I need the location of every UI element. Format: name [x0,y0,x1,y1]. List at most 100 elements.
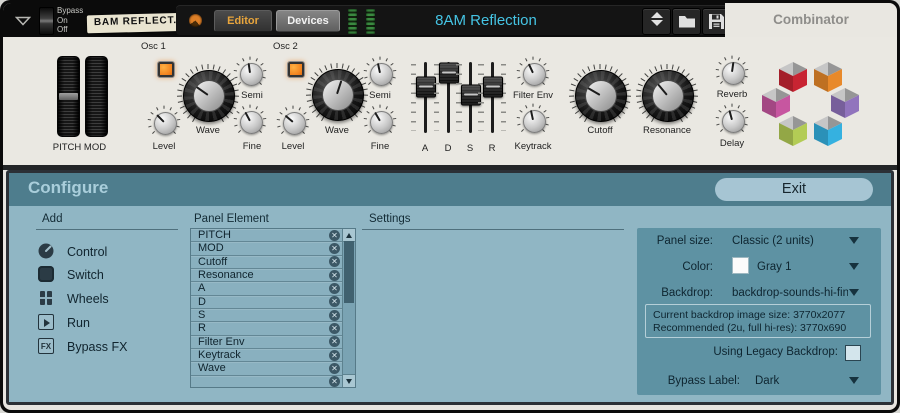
mod-wheel-label: MOD [70,142,120,153]
delete-icon[interactable]: ✕ [329,323,340,334]
configure-title: Configure [28,178,108,198]
rack-frame: Bypass On Off BAM REFLECT... Editor Devi… [0,0,900,413]
reverb-label: Reverb [707,89,757,100]
backdrop-label: Backdrop: [637,287,713,299]
browse-patch-button[interactable] [672,8,701,35]
title-bar: Bypass On Off BAM REFLECT... Editor Devi… [3,3,897,37]
add-column-header: Add [42,213,62,225]
backdrop-dropdown-icon[interactable] [849,289,859,296]
bypass-label: Bypass [57,6,83,16]
resonance-label: Resonance [627,125,707,136]
devices-button[interactable]: Devices [276,10,340,32]
release-slider-thumb[interactable] [483,76,503,97]
osc2-semi-label: Semi [355,90,405,101]
delete-icon[interactable]: ✕ [329,376,340,387]
patch-name-display[interactable]: 8AM Reflection [386,12,586,29]
exit-button[interactable]: Exit [715,178,873,201]
scrollbar-thumb[interactable] [344,241,354,303]
osc1-semi-label: Semi [227,90,277,101]
editor-button[interactable]: Editor [214,10,272,32]
backdrop-info-box: Current backdrop image size: 3770x2077 R… [645,304,871,338]
osc1-semi-knob[interactable] [233,56,267,90]
panel-element-row[interactable]: Wave✕ [191,362,344,375]
on-label: On [57,16,83,26]
patch-spinner-button[interactable] [642,8,671,35]
cutoff-knob[interactable] [567,62,633,128]
spinner-down-icon[interactable] [651,20,663,26]
control-knob-icon [38,243,54,259]
panel-element-row[interactable]: R✕ [191,322,344,335]
panel-element-row[interactable]: Keytrack✕ [191,349,344,362]
delete-icon[interactable]: ✕ [329,296,340,307]
panel-size-dropdown-icon[interactable] [849,237,859,244]
filter-env-knob[interactable] [516,56,550,90]
panel-element-row[interactable]: MOD✕ [191,242,344,255]
bypass-label-dropdown-icon[interactable] [849,377,859,384]
cutoff-label: Cutoff [570,125,630,136]
legacy-backdrop-checkbox[interactable] [845,345,861,361]
color-value[interactable]: Gray 1 [757,261,792,273]
mod-wheel[interactable] [85,56,108,137]
panel-element-row[interactable]: ✕ [191,376,344,388]
delete-icon[interactable]: ✕ [329,363,340,374]
osc1-enable-led[interactable] [157,61,175,78]
bypass-label-label: Bypass Label: [637,375,740,387]
osc2-fine-label: Fine [355,141,405,152]
panel-element-row[interactable]: D✕ [191,296,344,309]
color-swatch[interactable] [732,257,749,274]
settings-box: Panel size: Classic (2 units) Color: Gra… [637,228,881,395]
release-label: R [482,143,502,154]
osc2-wave-label: Wave [312,125,362,136]
panel-element-row[interactable]: PITCH✕ [191,229,344,242]
color-dropdown-icon[interactable] [849,263,859,270]
panel-element-row[interactable]: S✕ [191,309,344,322]
osc1-wave-label: Wave [183,125,233,136]
panel-element-row[interactable]: Cutoff✕ [191,256,344,269]
delete-icon[interactable]: ✕ [329,230,340,241]
delay-knob[interactable] [715,103,749,137]
panel-element-row[interactable]: Filter Env✕ [191,336,344,349]
osc2-semi-knob[interactable] [363,56,397,90]
resonance-knob[interactable] [634,62,700,128]
delete-icon[interactable]: ✕ [329,336,340,347]
switch-icon [38,266,54,282]
keytrack-knob[interactable] [516,103,550,137]
delete-icon[interactable]: ✕ [329,243,340,254]
title-bar-inner-panel: Editor Devices 8AM Reflection [176,5,728,35]
attack-label: A [415,143,435,154]
osc1-fine-knob[interactable] [233,104,267,138]
panel-element-row[interactable]: A✕ [191,282,344,295]
attack-slider-thumb[interactable] [416,76,436,97]
delete-icon[interactable]: ✕ [329,270,340,281]
delete-icon[interactable]: ✕ [329,256,340,267]
scroll-down-button[interactable] [343,374,355,387]
osc2-level-label: Level [268,141,318,152]
combinator-logo [755,53,867,149]
patch-icon [189,14,202,27]
bypass-label-value[interactable]: Dark [755,375,779,387]
fx-icon: FX [38,338,54,354]
panel-element-list[interactable]: PITCH✕ MOD✕ Cutoff✕ Resonance✕ A✕ D✕ S✕ … [190,228,356,388]
pitch-wheel[interactable] [57,56,80,137]
disclosure-triangle-icon[interactable] [15,16,31,26]
panel-element-row[interactable]: Resonance✕ [191,269,344,282]
backdrop-info-line1: Current backdrop image size: 3770x2077 [653,309,870,322]
color-label: Color: [637,261,713,273]
osc2-fine-knob[interactable] [363,104,397,138]
off-label: Off [57,25,83,35]
bypass-switch[interactable] [39,7,54,35]
delete-icon[interactable]: ✕ [329,350,340,361]
backdrop-info-line2: Recommended (2u, full hi-res): 3770x690 [653,322,870,335]
device-type-label: Combinator [725,3,897,37]
reverb-knob[interactable] [715,55,749,89]
settings-column-header: Settings [369,213,411,225]
delete-icon[interactable]: ✕ [329,283,340,294]
panel-element-scrollbar[interactable] [342,229,355,387]
osc2-enable-led[interactable] [287,61,305,78]
arrow-up-icon [346,233,352,238]
delete-icon[interactable]: ✕ [329,310,340,321]
spinner-up-icon[interactable] [651,12,663,18]
panel-size-label: Panel size: [637,235,713,247]
panel-size-value[interactable]: Classic (2 units) [732,235,814,247]
backdrop-value[interactable]: backdrop-sounds-hi-fina [732,287,848,299]
